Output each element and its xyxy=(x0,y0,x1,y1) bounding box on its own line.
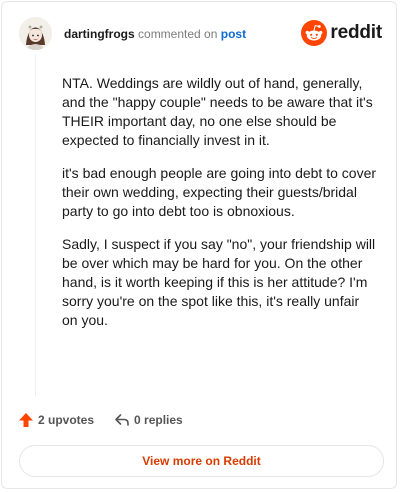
comment-paragraph: Sadly, I suspect if you say "no", your f… xyxy=(62,236,376,328)
upvotes-button[interactable]: 2 upvotes xyxy=(18,412,94,428)
avatar-image xyxy=(19,17,52,50)
reply-icon xyxy=(115,414,129,426)
comment-meta: dartingfrogs commented on post xyxy=(64,27,246,41)
comment-embed-card: dartingfrogs commented on post reddit NT… xyxy=(1,1,397,489)
upvotes-count: 2 upvotes xyxy=(38,413,95,427)
comment-paragraph: NTA. Weddings are wildly out of hand, ge… xyxy=(62,75,373,148)
post-link[interactable]: post xyxy=(221,27,246,41)
upvote-arrow-icon xyxy=(19,413,33,427)
replies-button[interactable]: 0 replies xyxy=(114,412,183,428)
reddit-brand[interactable]: reddit xyxy=(301,19,382,47)
replies-count: 0 replies xyxy=(134,413,183,427)
comment-body: NTA. Weddings are wildly out of hand, ge… xyxy=(62,74,376,344)
reddit-wordmark: reddit xyxy=(330,22,382,43)
view-more-button[interactable]: View more on Reddit xyxy=(19,445,384,477)
avatar[interactable] xyxy=(19,17,52,50)
commented-on-text: commented on xyxy=(138,27,218,41)
username-link[interactable]: dartingfrogs xyxy=(64,27,135,41)
reddit-logo-icon xyxy=(301,20,328,46)
comment-actions: 2 upvotes 0 replies xyxy=(18,410,183,430)
comment-paragraph: it's bad enough people are going into de… xyxy=(62,165,377,219)
thread-line xyxy=(35,54,36,396)
comment-header: dartingfrogs commented on post reddit xyxy=(19,16,384,52)
